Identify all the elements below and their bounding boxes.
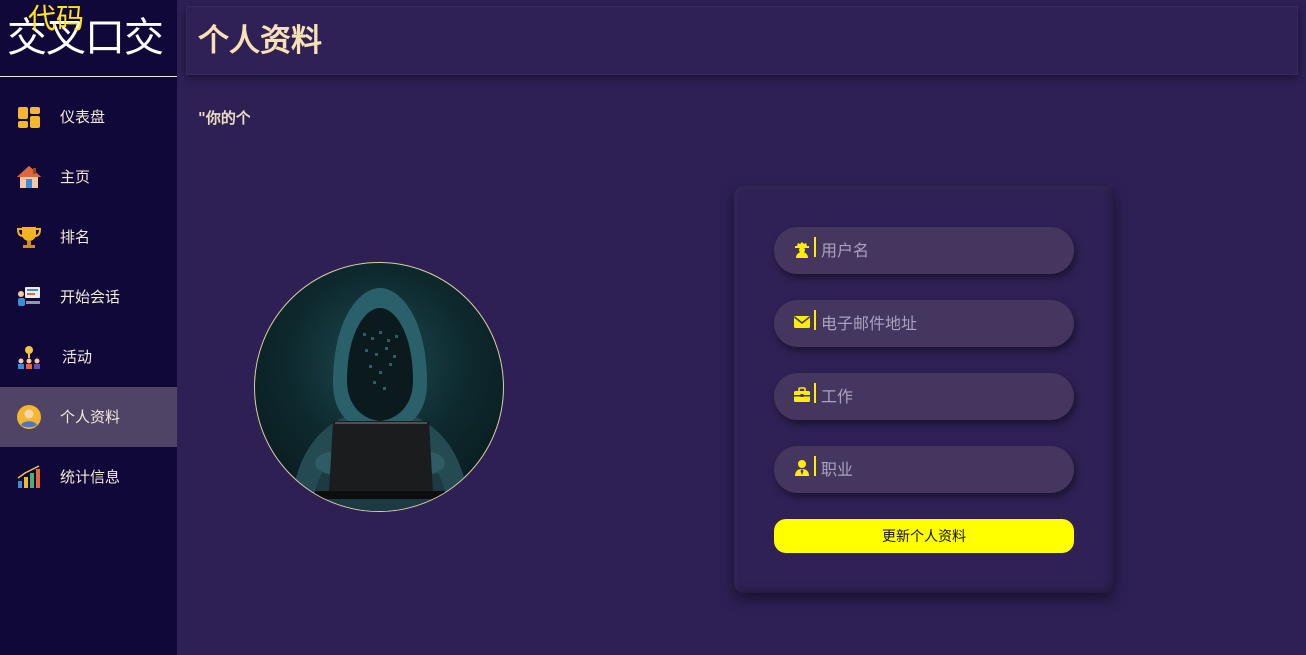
trophy-icon [16, 227, 42, 248]
sidebar-item-label: 仪表盘 [60, 108, 106, 126]
brand-logo[interactable]: 交叉口交 代码 [0, 0, 177, 77]
email-input[interactable] [821, 300, 1061, 347]
user-secret-icon [795, 242, 809, 258]
field-separator [814, 456, 816, 476]
activity-icon [18, 346, 40, 369]
profile-quote: "你的个 [198, 109, 250, 127]
sidebar-item-label: 排名 [60, 228, 91, 246]
work-field[interactable] [774, 373, 1074, 420]
sidebar-item-label: 主页 [60, 168, 91, 186]
occupation-field[interactable] [774, 446, 1074, 493]
page-header: 个人资料 [186, 6, 1298, 75]
field-separator [814, 310, 816, 330]
sidebar-item-label: 统计信息 [60, 468, 121, 486]
avatar [254, 262, 504, 512]
field-separator [814, 383, 816, 403]
username-field[interactable] [774, 227, 1074, 274]
stats-icon [17, 465, 40, 488]
home-icon [17, 166, 41, 188]
email-field[interactable] [774, 300, 1074, 347]
occupation-input[interactable] [821, 446, 1061, 493]
sidebar-item-home[interactable]: 主页 [0, 147, 177, 207]
sidebar-item-label: 活动 [62, 348, 93, 366]
sidebar-item-statistics[interactable]: 统计信息 [0, 447, 177, 507]
sidebar: 交叉口交 代码 仪表盘 主页 排名 开始会话 活动 个人资料 统计信息 [0, 0, 177, 655]
sidebar-item-profile[interactable]: 个人资料 [0, 387, 177, 447]
briefcase-icon [794, 387, 810, 402]
work-input[interactable] [821, 373, 1061, 420]
user-tie-icon [795, 460, 809, 476]
update-profile-button[interactable]: 更新个人资料 [774, 519, 1074, 553]
sidebar-item-ranking[interactable]: 排名 [0, 207, 177, 267]
hacker-avatar-image [290, 288, 470, 511]
envelope-icon [794, 316, 810, 328]
sidebar-item-label: 开始会话 [60, 288, 121, 306]
profile-form-card: 更新个人资料 [734, 186, 1114, 593]
sidebar-item-activity[interactable]: 活动 [0, 327, 177, 387]
field-separator [814, 237, 816, 257]
dashboard-icon [18, 107, 40, 128]
session-icon [18, 287, 40, 306]
brand-superscript: 代码 [28, 2, 85, 35]
username-input[interactable] [821, 227, 1061, 274]
page-title: 个人资料 [198, 23, 322, 59]
sidebar-item-label: 个人资料 [60, 408, 121, 426]
sidebar-item-start-session[interactable]: 开始会话 [0, 267, 177, 327]
sidebar-item-dashboard[interactable]: 仪表盘 [0, 87, 177, 147]
profile-icon [17, 405, 41, 429]
